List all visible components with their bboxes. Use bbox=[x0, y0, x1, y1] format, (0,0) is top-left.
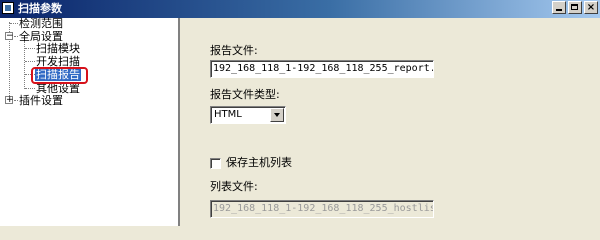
expand-toggle-icon[interactable]: + bbox=[5, 96, 14, 105]
collapse-toggle-icon[interactable]: − bbox=[5, 32, 14, 41]
tree-item-label: 检测范围 bbox=[19, 17, 63, 30]
scan-parameters-window: 扫描参数 × − + 检测范围 全局设置 扫描模块 开发扫描 扫描报告 其他设置… bbox=[0, 0, 600, 226]
tree-line bbox=[25, 61, 35, 62]
tree-line bbox=[25, 88, 35, 89]
tree-item-scan-range[interactable]: 检测范围 bbox=[19, 17, 63, 30]
tree-item-label: 扫描模块 bbox=[36, 42, 80, 55]
report-file-input[interactable]: 192_168_118_1-192_168_118_255_report.htm bbox=[210, 60, 434, 78]
close-button[interactable]: × bbox=[584, 1, 598, 14]
chevron-down-icon[interactable] bbox=[270, 108, 284, 122]
tree-item-plugin-settings[interactable]: 插件设置 bbox=[19, 94, 63, 107]
maximize-button[interactable] bbox=[568, 1, 582, 14]
report-settings-panel: 报告文件: 192_168_118_1-192_168_118_255_repo… bbox=[180, 18, 600, 226]
window-controls: × bbox=[552, 1, 598, 14]
tree-item-label: 插件设置 bbox=[19, 94, 63, 107]
highlight-ring bbox=[31, 67, 88, 84]
report-type-label: 报告文件类型: bbox=[210, 88, 280, 101]
tree-line bbox=[10, 23, 18, 24]
app-icon bbox=[2, 2, 14, 14]
tree-line bbox=[14, 100, 18, 101]
save-host-list-checkbox[interactable] bbox=[210, 158, 221, 169]
minimize-button[interactable] bbox=[552, 1, 566, 14]
settings-tree: − + 检测范围 全局设置 扫描模块 开发扫描 扫描报告 其他设置 插件设置 bbox=[0, 17, 180, 226]
report-type-value: HTML bbox=[214, 109, 242, 120]
list-file-input[interactable]: 192_168_118_1-192_168_118_255_hostlist. bbox=[210, 200, 434, 218]
window-title: 扫描参数 bbox=[18, 2, 62, 15]
tree-line bbox=[25, 48, 35, 49]
tree-item-scan-modules[interactable]: 扫描模块 bbox=[36, 42, 80, 55]
save-host-list-label: 保存主机列表 bbox=[226, 156, 292, 169]
title-bar[interactable]: 扫描参数 × bbox=[0, 0, 600, 18]
tree-line bbox=[14, 36, 18, 37]
list-file-label: 列表文件: bbox=[210, 180, 258, 193]
report-file-label: 报告文件: bbox=[210, 44, 258, 57]
report-type-select[interactable]: HTML bbox=[210, 106, 286, 124]
